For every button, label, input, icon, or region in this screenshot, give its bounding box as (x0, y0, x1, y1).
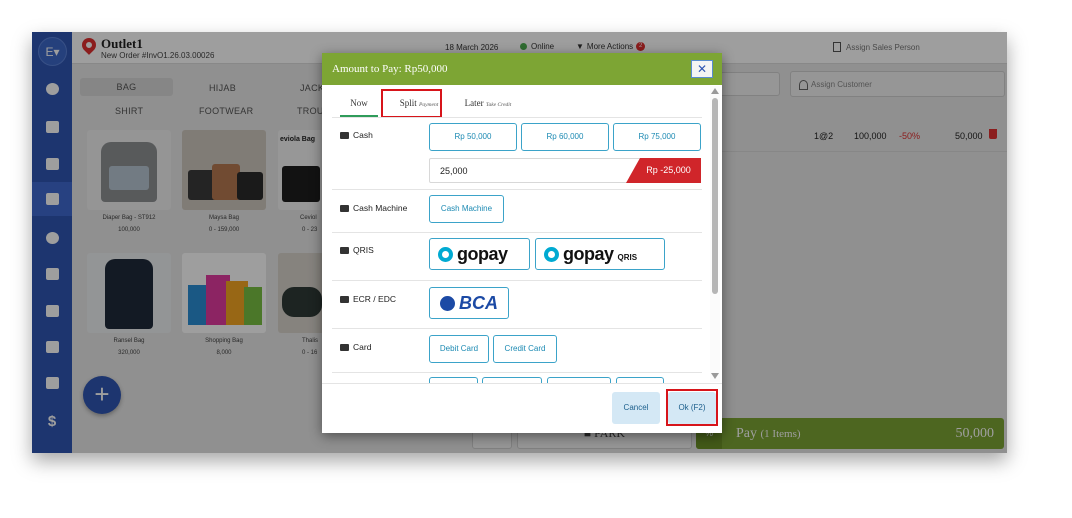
debit-card-button[interactable]: Debit Card (429, 335, 489, 363)
cash-icon (340, 131, 349, 139)
qris-method-label: QRIS (340, 245, 374, 255)
card-terminal-icon (340, 295, 349, 303)
quick-amount-button[interactable]: Rp 75,000 (613, 123, 701, 151)
payment-modal: Amount to Pay: Rp50,000 ✕ Now Split Paym… (322, 53, 722, 433)
pos-app: E▾ $ Outlet1 New Order #InvO1.26.03.0002… (32, 32, 1007, 453)
divider (332, 189, 702, 190)
scroll-up-icon[interactable] (711, 88, 719, 94)
bca-text: BCA (459, 292, 498, 313)
cash-method-label: Cash (340, 130, 373, 140)
gopay-qris-button[interactable]: gopay QRIS (535, 238, 665, 270)
modal-footer: Cancel Ok (F2) (322, 383, 722, 433)
card-method-label: Card (340, 342, 371, 352)
divider (332, 328, 702, 329)
gopay-text: gopay (457, 243, 508, 264)
close-icon[interactable]: ✕ (691, 60, 713, 78)
ecr-edc-method-label: ECR / EDC (340, 294, 396, 304)
bca-logo-icon (440, 295, 455, 311)
divider (332, 117, 702, 118)
credit-card-icon (340, 343, 349, 351)
ok-button-highlight (666, 389, 718, 426)
scroll-thumb[interactable] (712, 98, 718, 294)
qris-text: QRIS (617, 252, 638, 262)
cash-machine-button[interactable]: Cash Machine (429, 195, 504, 223)
divider (332, 280, 702, 281)
modal-title: Amount to Pay: Rp50,000 (332, 63, 448, 75)
gopay-text: gopay (563, 243, 614, 264)
scroll-down-icon[interactable] (711, 373, 719, 379)
divider (332, 232, 702, 233)
split-tab-highlight (381, 89, 442, 118)
modal-scrollbar[interactable] (710, 86, 720, 382)
qr-code-icon (340, 246, 349, 254)
tab-now[interactable]: Now (340, 91, 378, 117)
gopay-logo-icon (544, 246, 559, 262)
bca-button[interactable]: BCA (429, 287, 509, 319)
cash-machine-method-label: Cash Machine (340, 203, 407, 213)
quick-amount-button[interactable]: Rp 50,000 (429, 123, 517, 151)
modal-header: Amount to Pay: Rp50,000 ✕ (322, 53, 722, 85)
tab-later-take-credit[interactable]: Later Take Credit (453, 91, 523, 117)
quick-amount-button[interactable]: Rp 60,000 (521, 123, 609, 151)
cancel-button[interactable]: Cancel (612, 392, 660, 424)
divider (332, 372, 702, 373)
gopay-button[interactable]: gopay (429, 238, 530, 270)
credit-card-button[interactable]: Credit Card (493, 335, 557, 363)
cash-register-icon (340, 204, 349, 212)
gopay-logo-icon (438, 246, 453, 262)
